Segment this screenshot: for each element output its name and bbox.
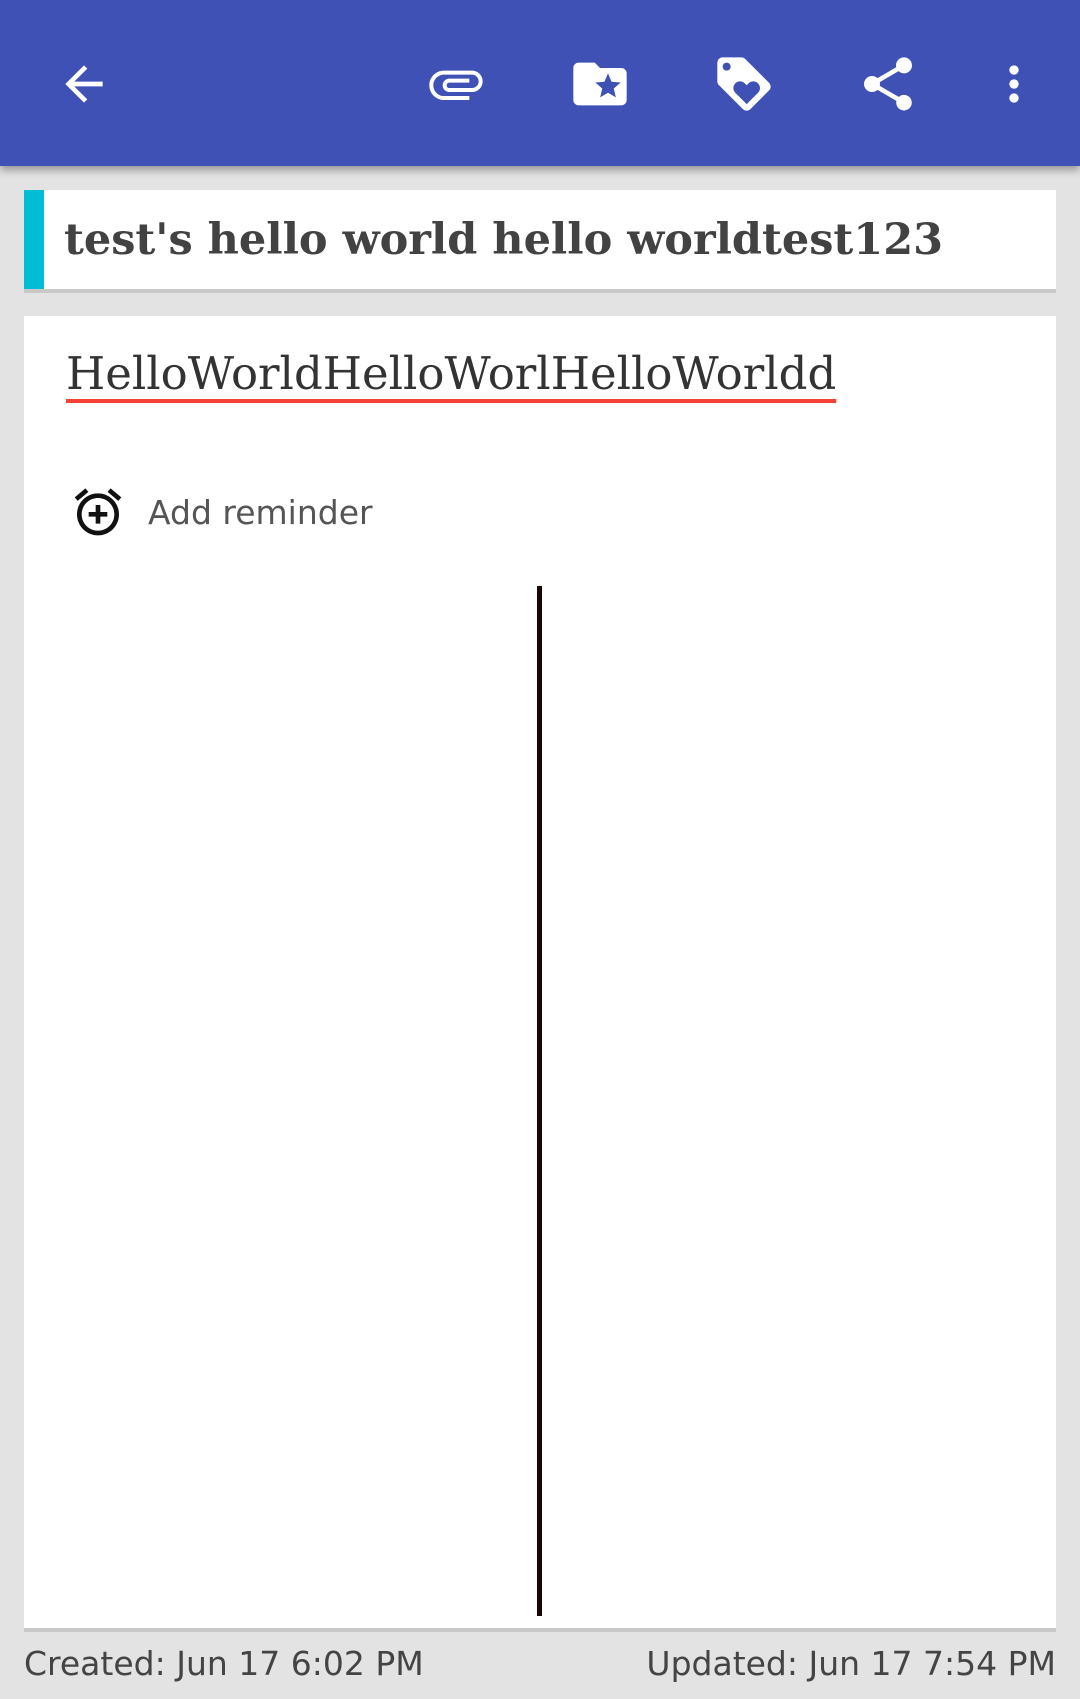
tag-button[interactable] (696, 36, 792, 132)
back-button[interactable] (36, 36, 132, 132)
attachment-icon (424, 52, 488, 116)
add-reminder-button[interactable]: Add reminder (70, 482, 373, 542)
note-title-field[interactable]: test's hello world hello worldtest123 (64, 210, 1044, 270)
share-icon (856, 52, 920, 116)
note-content-field[interactable]: HelloWorldHelloWorlHelloWorldd (66, 342, 1026, 406)
more-options-button[interactable] (966, 36, 1062, 132)
alarm-add-icon (70, 484, 126, 540)
category-button[interactable] (552, 36, 648, 132)
title-card: test's hello world hello worldtest123 (24, 190, 1056, 293)
text-cursor (537, 586, 542, 1616)
updated-timestamp: Updated: Jun 17 7:54 PM (646, 1644, 1056, 1683)
tag-heart-icon (712, 52, 776, 116)
folder-star-icon (568, 52, 632, 116)
add-reminder-label: Add reminder (148, 492, 373, 532)
category-color-bar (24, 190, 44, 289)
share-button[interactable] (840, 36, 936, 132)
note-content-text: HelloWorldHelloWorlHelloWorldd (66, 347, 837, 400)
arrow-back-icon (56, 56, 112, 112)
attachment-button[interactable] (408, 36, 504, 132)
more-vert-icon (986, 56, 1042, 112)
content-card: HelloWorldHelloWorlHelloWorldd Add remin… (24, 316, 1056, 1632)
toolbar (0, 0, 1080, 166)
created-timestamp: Created: Jun 17 6:02 PM (24, 1644, 424, 1683)
